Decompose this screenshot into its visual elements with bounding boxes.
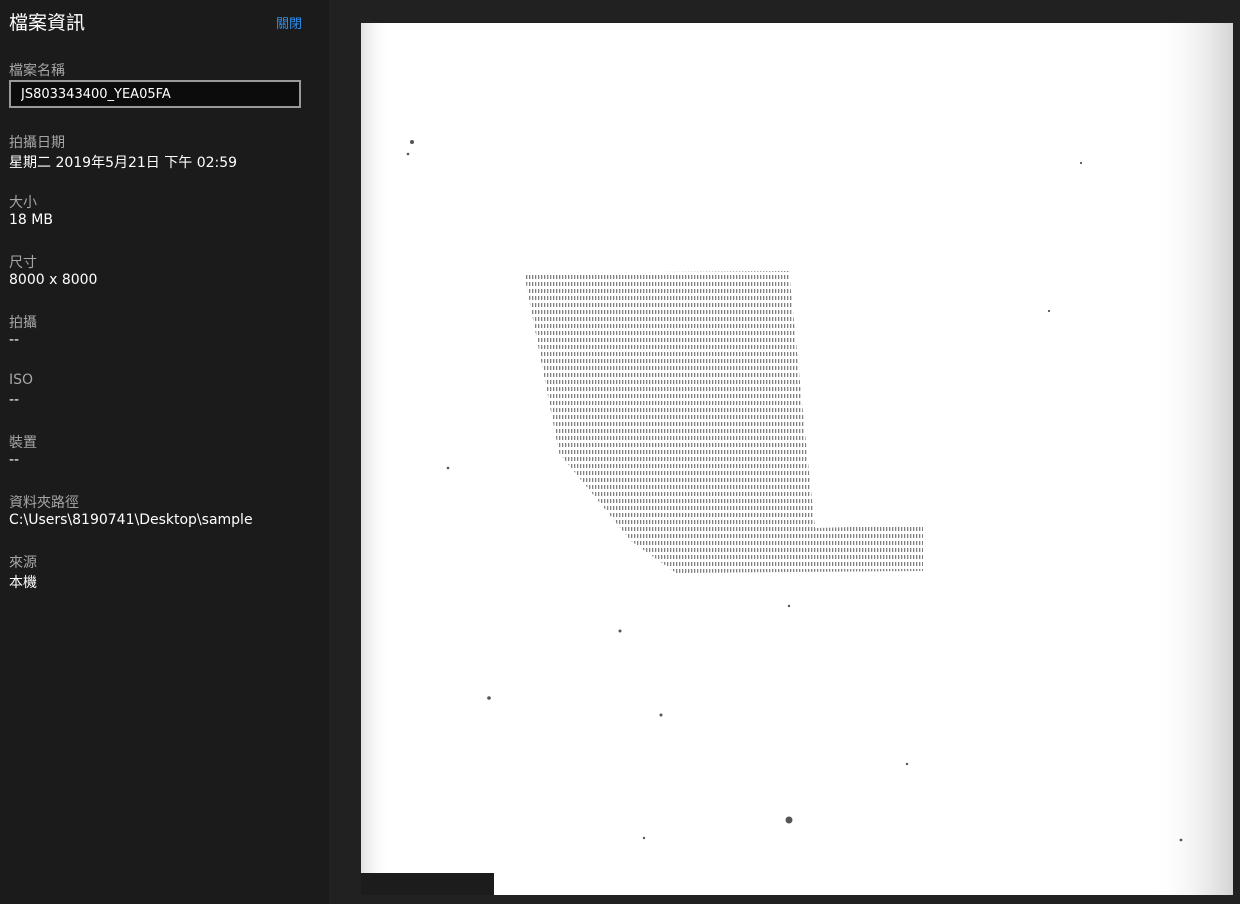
dimensions-value: 8000 x 8000 [9,272,98,288]
date-taken-value: 星期二 2019年5月21日 下午 02:59 [9,155,238,171]
device-value: -- [9,452,20,468]
filename-label: 檔案名稱 [9,63,65,79]
iso-value: -- [9,392,20,408]
camera-label: 拍攝 [9,315,37,331]
source-label: 來源 [9,555,37,571]
camera-value: -- [9,332,20,348]
device-label: 裝置 [9,435,37,451]
image-edge-shade-right [1151,23,1233,895]
close-button[interactable]: 關閉 [276,13,302,32]
scanned-image [361,23,1233,895]
iso-label: ISO [9,372,34,388]
size-label: 大小 [9,195,37,211]
folder-path-value: C:\Users\8190741\Desktop\sample [9,512,253,528]
filename-field[interactable] [9,80,301,108]
date-taken-label: 拍攝日期 [9,135,65,151]
file-info-panel: 檔案資訊 關閉 檔案名稱 拍攝日期 星期二 2019年5月21日 下午 02:5… [0,0,329,904]
image-edge-shade-left [361,23,391,895]
source-value: 本機 [9,575,37,591]
panel-title: 檔案資訊 [9,12,86,34]
folder-path-label: 資料夾路徑 [9,495,79,511]
image-dark-corner [361,873,494,895]
dimensions-label: 尺寸 [9,255,37,271]
size-value: 18 MB [9,212,53,228]
